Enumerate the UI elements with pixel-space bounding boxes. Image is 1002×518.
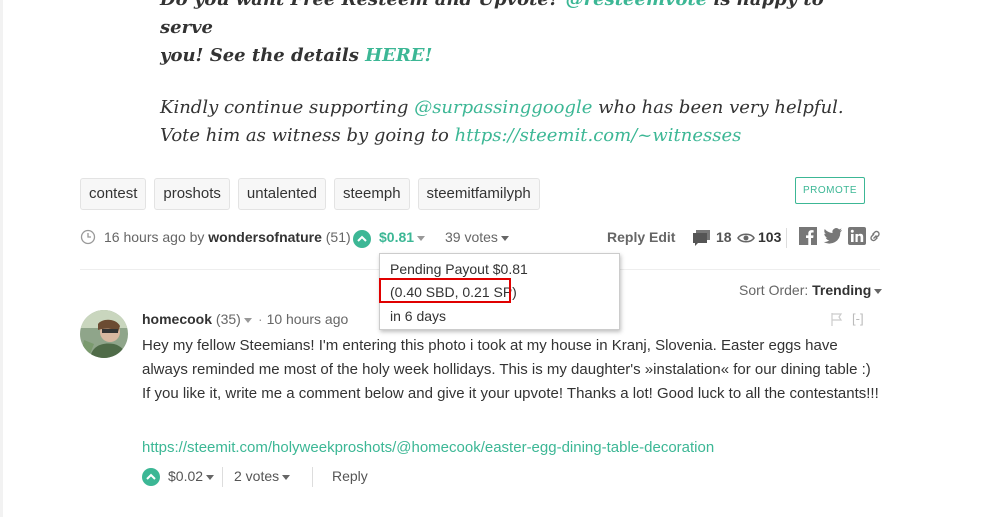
avatar[interactable] [80,310,128,358]
post-votes[interactable]: 39 votes [445,229,509,245]
surpassinggoogle-link[interactable]: @surpassinggoogle [414,97,592,118]
sort-order-value: Trending [812,282,872,298]
tag-contest[interactable]: contest [80,178,147,210]
comment-author[interactable]: homecook [142,311,212,327]
pending-payout: Pending Payout $0.81 [390,261,528,277]
highlight-box [379,278,511,303]
sort-order[interactable]: Sort Order: Trending [739,282,883,298]
comment-link: https://steemit.com/holyweekproshots/@ho… [142,439,714,456]
comment-author-reputation: (35) [215,311,241,327]
post-author[interactable]: wondersofnature [208,229,322,245]
post-line-4: Vote him as witness by going to https://… [160,125,742,146]
comments-icon[interactable] [693,230,711,249]
divider [786,228,787,248]
comment-footer: $0.02 2 votes Reply [142,465,442,489]
twitter-icon[interactable] [823,227,843,248]
tag-list: contest proshots untalented steemph stee… [80,178,540,210]
edit-link[interactable]: Edit [649,229,675,245]
resteemvote-link[interactable]: @resteemvote [566,0,708,10]
collapse-toggle[interactable]: [-] [852,311,864,326]
chevron-down-icon [206,474,215,480]
post-payout[interactable]: $0.81 [379,229,426,245]
chevron-down-icon [417,235,426,241]
divider [312,467,313,487]
eye-icon [737,231,755,247]
divider [222,467,223,487]
comments-count: 18 [716,229,732,245]
tag-proshots[interactable]: proshots [154,178,230,210]
post-footer: 16 hours ago by wondersofnature (51) $0.… [80,226,880,250]
chevron-down-icon [874,288,883,294]
left-edge [0,0,3,517]
views-count: 103 [758,229,782,245]
promote-button[interactable]: PROMOTE [795,177,865,204]
payout-time-left: in 6 days [390,308,447,324]
comment-url-link[interactable]: https://steemit.com/holyweekproshots/@ho… [142,439,714,456]
tag-steemph[interactable]: steemph [334,178,410,210]
post-timestamp: 16 hours ago by wondersofnature (51) [104,229,351,245]
witnesses-link[interactable]: https://steemit.com/~witnesses [455,125,742,146]
facebook-icon[interactable] [799,227,817,248]
comment-payout[interactable]: $0.02 [168,468,215,484]
author-reputation: (51) [325,229,351,245]
post-line-1: Do you want Free Resteem and Upvote? @re… [160,0,860,42]
comment-timestamp[interactable]: · 10 hours ago [258,311,348,327]
post-line-2: you! See the details HERE! [160,45,433,66]
clock-icon [80,229,96,248]
upvote-icon[interactable] [142,468,160,486]
link-icon[interactable] [869,227,881,248]
tag-steemitfamilyph[interactable]: steemitfamilyph [417,178,540,210]
chevron-down-icon [282,474,291,480]
comment-body: Hey my fellow Steemians! I'm entering th… [142,337,879,402]
reply-link[interactable]: Reply [607,229,645,245]
comment-header: homecook (35) [142,311,252,327]
flag-icon[interactable] [831,313,843,331]
post-line-3: Kindly continue supporting @surpassinggo… [160,97,844,118]
comment-reply-link[interactable]: Reply [332,468,368,484]
tag-untalented[interactable]: untalented [237,178,326,210]
upvote-icon[interactable] [353,230,371,248]
comment-votes[interactable]: 2 votes [234,468,291,484]
post-body: Do you want Free Resteem and Upvote? @re… [160,0,860,150]
linkedin-icon[interactable] [848,227,866,248]
here-link[interactable]: HERE! [365,45,432,66]
chevron-down-icon[interactable] [243,317,252,323]
chevron-down-icon [500,235,509,241]
